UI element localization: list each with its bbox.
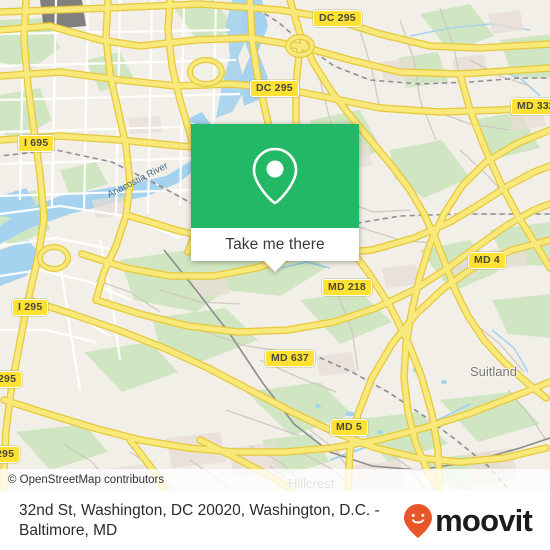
- bottom-info-bar: 32nd St, Washington, DC 20020, Washingto…: [0, 491, 550, 550]
- moovit-brand[interactable]: moovit: [403, 503, 536, 539]
- popup-footer[interactable]: Take me there: [191, 228, 359, 261]
- route-shield: I 295: [12, 299, 49, 316]
- route-shield: DC 295: [313, 10, 362, 27]
- route-shield: MD 332: [511, 98, 550, 115]
- take-me-there-label: Take me there: [225, 235, 325, 253]
- route-shield: MD 5: [330, 419, 368, 436]
- moovit-smiley-pin-icon: [404, 503, 433, 538]
- map-popup-card[interactable]: Take me there: [191, 124, 359, 272]
- route-shield: I 695: [18, 135, 55, 152]
- route-shield: DC 295: [250, 80, 299, 97]
- route-shield: MD 4: [468, 252, 506, 269]
- popup-tail-triangle: [264, 261, 286, 272]
- popup-header: [191, 124, 359, 228]
- route-shield: MD 637: [265, 350, 315, 367]
- route-shield: 295: [0, 446, 21, 463]
- location-title: 32nd St, Washington, DC 20020, Washingto…: [19, 501, 380, 539]
- route-shield: 295: [0, 371, 23, 388]
- route-shield: MD 218: [322, 279, 372, 296]
- moovit-map-screenshot: DC 295 DC 295 MD 332 I 695 MD 4 MD 218 I…: [0, 0, 550, 550]
- moovit-wordmark: moovit: [435, 503, 533, 538]
- map-attribution[interactable]: © OpenStreetMap contributors: [0, 469, 550, 491]
- map-pin-icon: [252, 147, 298, 205]
- place-label-suitland: Suitland: [470, 364, 517, 379]
